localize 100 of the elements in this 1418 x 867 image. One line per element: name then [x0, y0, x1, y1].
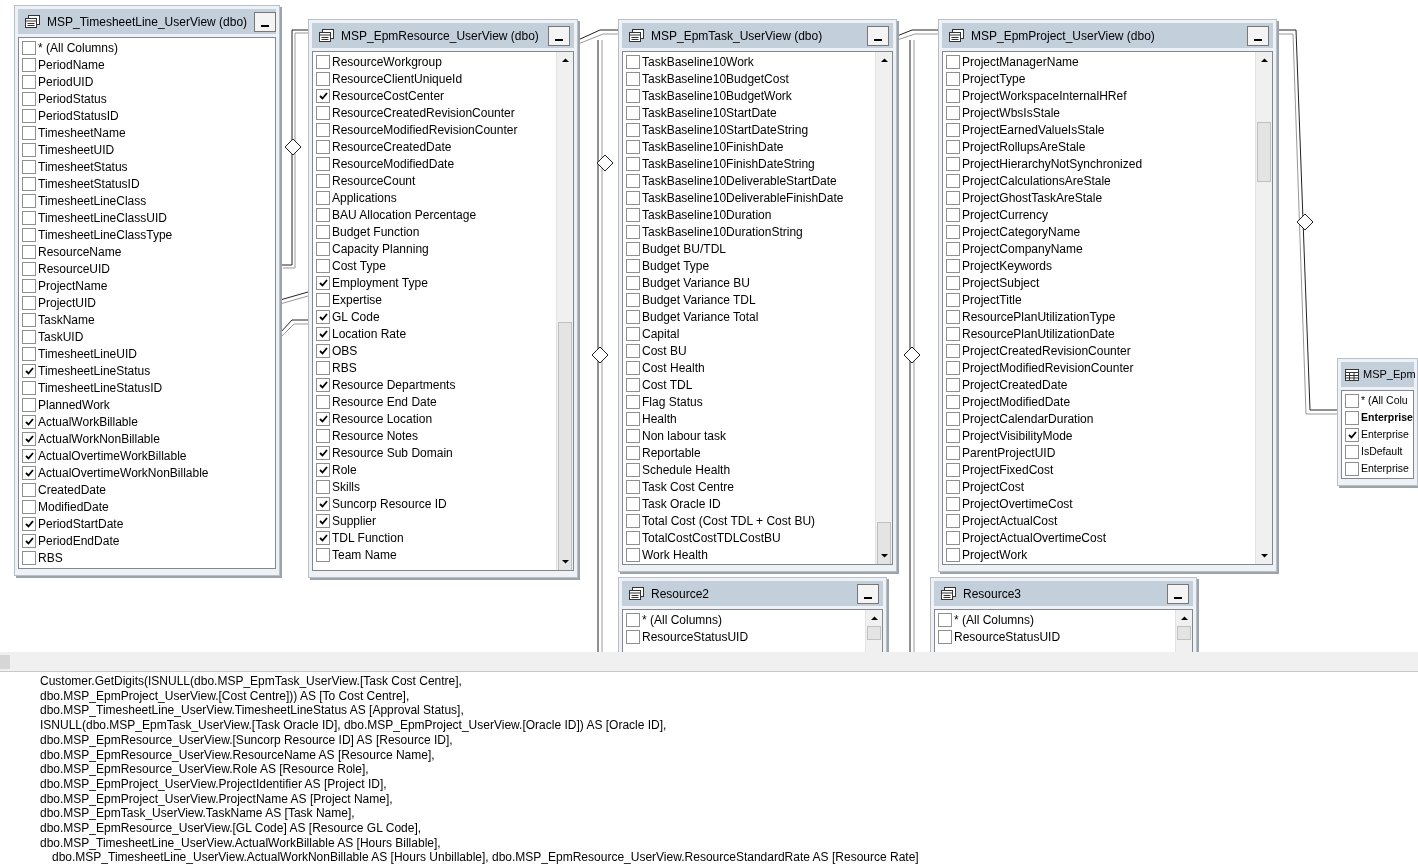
sql-line: ISNULL(dbo.MSP_EpmTask_UserView.[Task Oracle ID], dbo.MSP_EpmProject_UserView.[Oracle ID]) AS [Oracle ID],: [40, 718, 668, 733]
column-name: TaskBaseline10FinishDateString: [642, 155, 815, 173]
column-name: TimesheetLineUID: [38, 345, 137, 363]
column-name: ProjectActualOvertimeCost: [962, 529, 1107, 547]
sql-line: dbo.MSP_TimesheetLine_UserView.ActualWorkNonBillable AS [Hours Unbillable], dbo.MSP_EpmResource_UserView.ResourceStandardRate AS [Resource Rate]: [51, 850, 920, 866]
table-title-bar[interactable]: MSP_EpmResource_UserView (dbo): [312, 23, 574, 48]
column-name: TaskBaseline10StartDateString: [642, 121, 809, 139]
column-name: Cost Health: [642, 359, 705, 377]
column-name: TimesheetLineStatusID: [38, 379, 163, 397]
column-name: Budget BU/TDL: [642, 240, 727, 258]
column-name: Enterprise: [1361, 460, 1409, 476]
column-name: TimesheetUID: [38, 141, 115, 159]
sql-line: dbo.MSP_EpmTask_UserView.TaskName AS [Task Name],: [40, 806, 356, 822]
column-name: ResourceName: [38, 243, 122, 261]
table-title: Resource3: [963, 585, 1023, 603]
column-name: Cost TDL: [642, 376, 693, 394]
column-name: * (All Columns): [954, 611, 1034, 629]
column-name: ResourceCostCenter: [332, 87, 445, 105]
column-name: ResourceCreatedRevisionCounter: [332, 104, 515, 122]
column-name: ProjectManagerName: [962, 53, 1079, 71]
column-name: Applications: [332, 189, 397, 207]
column-name: ProjectUID: [38, 294, 96, 312]
column-name: Non labour task: [642, 427, 727, 445]
table-title: MSP_EpmProject_UserView (dbo): [971, 27, 1156, 45]
column-name: ProjectCompanyName: [962, 240, 1083, 258]
column-name: Enterprise: [1361, 409, 1413, 425]
column-name: Budget Function: [332, 223, 420, 241]
column-name: ProjectCreatedDate: [962, 376, 1068, 394]
column-name: ProjectCreatedRevisionCounter: [962, 342, 1131, 360]
column-name: Reportable: [642, 444, 701, 462]
column-name: ActualWorkBillable: [38, 413, 138, 431]
column-name: Employment Type: [332, 274, 428, 292]
column-name: ProjectVisibilityMode: [962, 427, 1073, 445]
column-name: TaskBaseline10Work: [642, 53, 754, 71]
column-name: * (All Columns): [642, 611, 722, 629]
column-name: GL Code: [332, 308, 380, 326]
table-title-bar[interactable]: MSP_TimesheetLine_UserView (dbo): [18, 9, 276, 34]
column-name: TaskBaseline10StartDate: [642, 104, 777, 122]
column-name: TaskBaseline10BudgetWork: [642, 87, 792, 105]
sql-line: dbo.MSP_EpmProject_UserView.ProjectIdentifier AS [Project ID],: [40, 776, 388, 792]
column-name: Budget Variance BU: [642, 274, 750, 292]
column-name: * (All Colu: [1361, 392, 1408, 408]
sql-line: dbo.MSP_EpmProject_UserView.[Cost Centre])) AS [To Cost Centre],: [40, 688, 411, 704]
table-title-bar[interactable]: MSP_EpmProject_UserView (dbo): [942, 23, 1273, 48]
column-name: Role: [332, 461, 357, 479]
column-name: Work Health: [642, 546, 708, 564]
column-name: ProjectSubject: [962, 274, 1040, 292]
column-name: TimesheetStatus: [38, 158, 128, 176]
table-window[interactable]: MSP_Epm * (All Colu Enterprise Enterprise IsDefault Enterprise: [1337, 358, 1418, 486]
column-name: TaskUID: [38, 328, 84, 346]
table-title-bar[interactable]: MSP_Epm: [1341, 362, 1414, 387]
column-name: ResourceCount: [332, 172, 416, 190]
column-name: Budget Variance TDL: [642, 291, 756, 309]
table-window[interactable]: Resource3 * (All Columns) ResourceStatusUID: [930, 577, 1197, 652]
column-name: ProjectModifiedRevisionCounter: [962, 359, 1134, 377]
column-name: ModifiedDate: [38, 498, 109, 516]
column-name: Cost Type: [332, 257, 386, 275]
column-name: ProjectTitle: [962, 291, 1022, 309]
column-name: ProjectEarnedValueIsStale: [962, 121, 1105, 139]
column-name: ProjectCost: [962, 478, 1025, 496]
column-name: TimesheetName: [38, 124, 126, 142]
column-name: Flag Status: [642, 393, 703, 411]
column-name: Total Cost (Cost TDL + Cost BU): [642, 512, 816, 530]
column-name: Capital: [642, 325, 680, 343]
table-window[interactable]: Resource2 * (All Columns) ResourceStatusUID: [618, 577, 887, 652]
column-name: BAU Allocation Percentage: [332, 206, 477, 224]
sql-line: dbo.MSP_EpmProject_UserView.ProjectName AS [Project Name],: [40, 791, 394, 807]
column-name: TaskBaseline10FinishDate: [642, 138, 784, 156]
column-name: ProjectWork: [962, 546, 1028, 564]
table-title-bar[interactable]: Resource3: [934, 581, 1193, 606]
column-name: ActualOvertimeWorkNonBillable: [38, 464, 209, 482]
column-name: Skills: [332, 478, 360, 496]
column-name: PeriodEndDate: [38, 532, 120, 550]
column-name: CreatedDate: [38, 481, 107, 499]
table-title: MSP_EpmTask_UserView (dbo): [651, 27, 824, 45]
sql-line: dbo.MSP_EpmResource_UserView.Role AS [Resource Role],: [40, 762, 370, 777]
column-name: ProjectRollupsAreStale: [962, 138, 1086, 156]
column-name: TimesheetLineStatus: [38, 362, 151, 380]
column-name: Resource Sub Domain: [332, 444, 453, 462]
column-name: ParentProjectUID: [962, 444, 1056, 462]
column-name: TaskName: [38, 311, 95, 329]
column-name: Budget Type: [642, 257, 710, 275]
column-name: ProjectFixedCost: [962, 461, 1054, 479]
column-name: RBS: [38, 549, 63, 567]
column-name: TaskBaseline10DeliverableStartDate: [642, 172, 837, 190]
column-name: PeriodStatus: [38, 90, 107, 108]
column-name: ResourcePlanUtilizationType: [962, 308, 1116, 326]
column-name: ResourceStatusUID: [954, 628, 1061, 646]
table-title-bar[interactable]: MSP_EpmTask_UserView (dbo): [622, 23, 893, 48]
column-name: PeriodName: [38, 56, 105, 74]
sql-line: dbo.MSP_EpmResource_UserView.[GL Code] AS [Resource GL Code],: [40, 821, 423, 836]
column-name: ProjectActualCost: [962, 512, 1058, 530]
table-title: MSP_EpmResource_UserView (dbo): [341, 27, 540, 45]
column-name: TDL Function: [332, 529, 404, 547]
column-name: TimesheetStatusID: [38, 175, 140, 193]
column-name: Budget Variance Total: [642, 308, 759, 326]
column-name: ActualOvertimeWorkBillable: [38, 447, 187, 465]
column-name: TaskBaseline10DurationString: [642, 223, 803, 241]
column-name: Health: [642, 410, 677, 428]
table-title-bar[interactable]: Resource2: [622, 581, 883, 606]
